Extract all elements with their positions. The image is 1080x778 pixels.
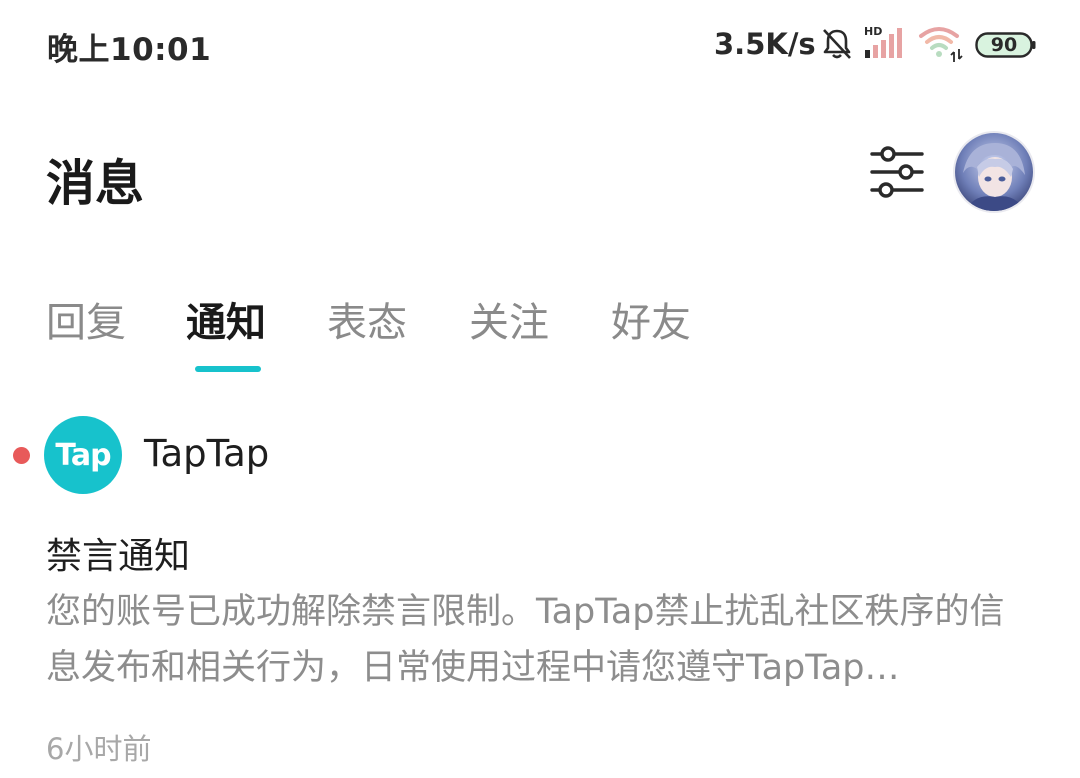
notification-title: 禁言通知 <box>46 536 191 577</box>
battery-indicator: 90 <box>975 31 1037 59</box>
notification-time: 6小时前 <box>46 732 152 766</box>
battery-level: 90 <box>990 34 1018 56</box>
unread-dot <box>13 447 30 464</box>
active-tab-indicator <box>195 366 261 372</box>
notification-body: 您的账号已成功解除禁言限制。TapTap禁止扰乱社区秩序的信息发布和相关行为，日… <box>46 592 1005 688</box>
bell-muted-icon <box>823 29 851 59</box>
tab-follows[interactable]: 关注 <box>469 290 549 348</box>
taptap-logo[interactable]: Tap <box>44 416 122 494</box>
filter-settings-icon[interactable] <box>866 142 928 204</box>
wifi-icon <box>919 27 963 62</box>
network-speed: 3.5K/s <box>714 27 816 61</box>
status-time: 晚上10:01 <box>47 32 212 68</box>
message-tabs: 回复 通知 表态 关注 好友 <box>0 282 1080 382</box>
user-avatar[interactable] <box>955 133 1033 211</box>
tab-replies[interactable]: 回复 <box>46 290 126 348</box>
sender-name[interactable]: TapTap <box>144 432 269 475</box>
hd-label: HD <box>864 25 882 38</box>
tab-friends[interactable]: 好友 <box>611 290 691 348</box>
page-title: 消息 <box>46 155 145 212</box>
avatar-image <box>955 133 1033 211</box>
cell-signal-icon: HD <box>864 25 902 58</box>
tab-reactions[interactable]: 表态 <box>327 290 407 348</box>
tab-notifications[interactable]: 通知 <box>186 290 266 348</box>
